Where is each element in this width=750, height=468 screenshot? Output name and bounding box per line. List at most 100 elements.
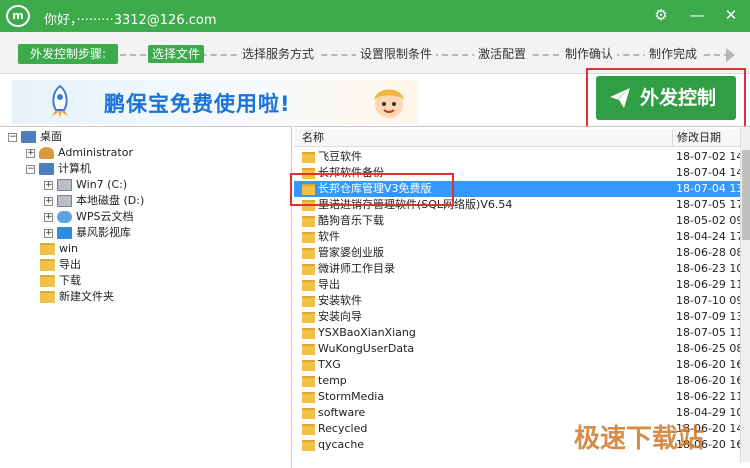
- outbound-control-label: 外发控制: [640, 87, 717, 109]
- step-complete[interactable]: 制作完成: [645, 45, 702, 63]
- expand-icon[interactable]: +: [44, 180, 53, 190]
- file-date: 18-07-05 17:: [676, 198, 748, 211]
- expand-icon[interactable]: +: [44, 196, 53, 206]
- close-icon[interactable]: ✕: [718, 3, 744, 27]
- file-row[interactable]: WuKongUserData 18-06-25 08:: [294, 341, 747, 357]
- step-select-file[interactable]: 选择文件: [148, 45, 205, 63]
- file-name: 微讲师工作目录: [318, 262, 395, 275]
- column-header-date[interactable]: 修改日期: [672, 129, 721, 147]
- expand-icon[interactable]: +: [44, 212, 53, 222]
- collapse-icon[interactable]: −: [26, 164, 35, 174]
- vertical-scrollbar[interactable]: [740, 128, 750, 462]
- file-date: 18-06-29 11:: [676, 278, 748, 291]
- file-date: 18-06-20 16:: [676, 358, 748, 371]
- file-date: 18-07-09 13:: [676, 310, 748, 323]
- file-name: qycache: [318, 438, 365, 451]
- step-service-mode[interactable]: 选择服务方式: [238, 45, 319, 63]
- drive-icon: [57, 195, 72, 207]
- minimize-icon[interactable]: —: [684, 3, 710, 27]
- selection-highlight-frame: [290, 173, 454, 206]
- folder-icon: [302, 152, 315, 163]
- file-row[interactable]: 管家婆创业版 18-06-28 08:: [294, 245, 747, 261]
- folder-icon: [302, 216, 315, 227]
- folder-icon: [302, 328, 315, 339]
- file-date: 18-06-28 08:: [676, 246, 748, 259]
- file-name: 导出: [318, 278, 340, 291]
- step-restrictions[interactable]: 设置限制条件: [356, 45, 437, 63]
- tree-item-local-d[interactable]: + 本地磁盘 (D:): [44, 193, 144, 209]
- collapse-icon[interactable]: −: [8, 132, 17, 142]
- folder-icon: [302, 424, 315, 435]
- expand-icon[interactable]: +: [26, 148, 35, 158]
- folder-icon: [40, 243, 55, 255]
- file-row[interactable]: TXG 18-06-20 16:: [294, 357, 747, 373]
- drive-icon: [57, 179, 72, 191]
- file-date: 18-07-10 09:: [676, 294, 748, 307]
- folder-icon: [302, 392, 315, 403]
- outbound-control-button[interactable]: 外发控制: [596, 76, 736, 120]
- scroll-thumb[interactable]: [742, 150, 750, 240]
- file-date: 18-06-22 11:: [676, 390, 748, 403]
- tree-item-new-folder[interactable]: 新建文件夹: [40, 289, 114, 305]
- file-row[interactable]: StormMedia 18-06-22 11:: [294, 389, 747, 405]
- file-date: 18-06-23 10:: [676, 262, 748, 275]
- file-name: 安装软件: [318, 294, 362, 307]
- mascot-icon: [374, 89, 404, 118]
- expand-icon[interactable]: +: [44, 228, 53, 238]
- file-name: WuKongUserData: [318, 342, 415, 355]
- file-row[interactable]: 导出 18-06-29 11:: [294, 277, 747, 293]
- tree-item-export[interactable]: 导出: [40, 257, 81, 273]
- desktop-icon: [21, 131, 36, 143]
- file-name: 管家婆创业版: [318, 246, 384, 259]
- file-name: 安装向导: [318, 310, 362, 323]
- file-name: TXG: [318, 358, 341, 371]
- file-date: 18-07-02 14:: [676, 150, 748, 163]
- file-date: 18-07-04 14:: [676, 166, 748, 179]
- file-date: 18-06-25 08:: [676, 342, 748, 355]
- banner-text: 鹏保宝免费使用啦!: [104, 92, 291, 116]
- steps-arrow-icon: [726, 48, 735, 62]
- file-row[interactable]: 软件 18-04-24 17:: [294, 229, 747, 245]
- tree-item-download[interactable]: 下载: [40, 273, 81, 289]
- file-row[interactable]: 飞豆软件 18-07-02 14:: [294, 149, 747, 165]
- video-library-icon: [57, 227, 72, 239]
- tree-item-desktop[interactable]: − 桌面: [8, 129, 62, 145]
- title-bar: m 你好，·········3312@126.com ⚙ — ✕: [0, 0, 750, 32]
- tree-item-wps[interactable]: + WPS云文档: [44, 209, 134, 225]
- step-confirm[interactable]: 制作确认: [561, 45, 618, 63]
- tree-item-administrator[interactable]: + Administrator: [26, 145, 133, 161]
- window-title: 你好，·········3312@126.com: [44, 13, 217, 28]
- file-name: 飞豆软件: [318, 150, 362, 163]
- file-row[interactable]: temp 18-06-20 16:: [294, 373, 747, 389]
- file-row[interactable]: 安装软件 18-07-10 09:: [294, 293, 747, 309]
- app-logo: m: [6, 5, 30, 27]
- file-row[interactable]: 安装向导 18-07-09 13:: [294, 309, 747, 325]
- file-date: 18-07-04 13:: [676, 182, 748, 195]
- step-activate[interactable]: 激活配置: [474, 45, 531, 63]
- file-date: 18-05-02 09:: [676, 214, 748, 227]
- promo-banner[interactable]: 鹏保宝免费使用啦!: [12, 80, 418, 124]
- file-row[interactable]: 微讲师工作目录 18-06-23 10:: [294, 261, 747, 277]
- gear-icon[interactable]: ⚙: [648, 3, 674, 27]
- folder-tree: − 桌面 + Administrator − 计算机 + Win7 (C:) + 本地磁盘…: [0, 126, 292, 468]
- tree-item-computer[interactable]: − 计算机: [26, 161, 91, 177]
- file-date: 18-06-20 16:: [676, 374, 748, 387]
- folder-icon: [302, 360, 315, 371]
- file-date: 18-04-24 17:: [676, 230, 748, 243]
- file-name: Recycled: [318, 422, 368, 435]
- file-name: temp: [318, 374, 347, 387]
- file-name: YSXBaoXianXiang: [318, 326, 416, 339]
- folder-icon: [302, 376, 315, 387]
- file-list-header: 名称 修改日期: [294, 129, 740, 147]
- steps-prefix: 外发控制步骤:: [18, 44, 119, 64]
- file-row[interactable]: 酷狗音乐下载 18-05-02 09:: [294, 213, 747, 229]
- column-header-name[interactable]: 名称: [302, 129, 324, 147]
- folder-icon: [40, 291, 55, 303]
- tree-item-video[interactable]: + 暴风影视库: [44, 225, 131, 241]
- watermark: 极速下载站: [574, 424, 705, 454]
- folder-icon: [302, 264, 315, 275]
- folder-icon: [40, 275, 55, 287]
- tree-item-win7[interactable]: + Win7 (C:): [44, 177, 127, 193]
- file-row[interactable]: YSXBaoXianXiang 18-07-05 11:: [294, 325, 747, 341]
- tree-item-win[interactable]: win: [40, 241, 78, 257]
